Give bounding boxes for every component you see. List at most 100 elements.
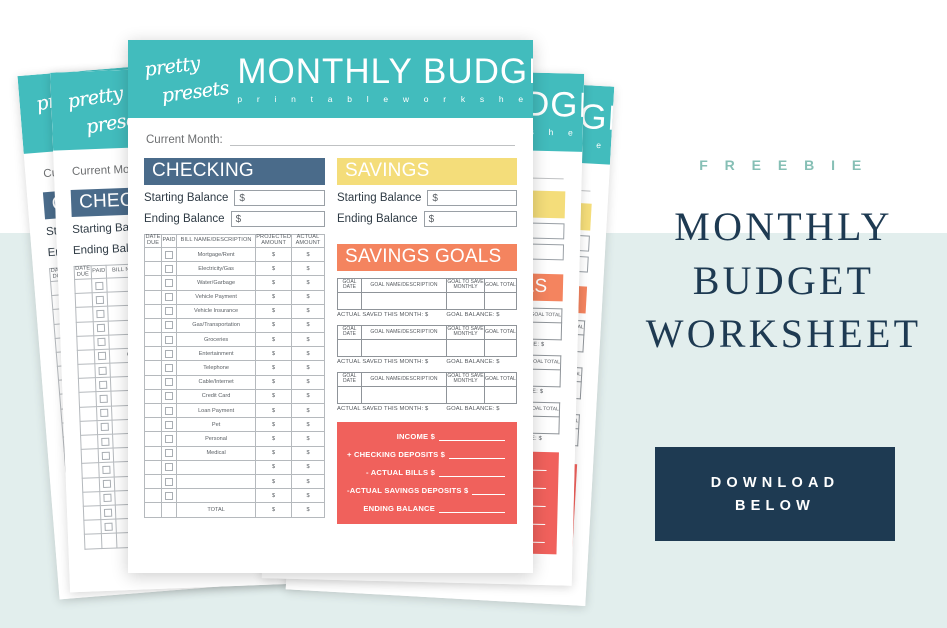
cell-bill-name[interactable]: Entertainment: [175, 346, 257, 362]
cell-date-due[interactable]: [144, 317, 162, 334]
cell-paid[interactable]: [95, 391, 112, 407]
table-row[interactable]: Mortgage/Rent$$: [144, 246, 325, 263]
checking-total-projected[interactable]: $: [255, 502, 292, 518]
cell-projected[interactable]: $: [255, 289, 292, 305]
cell-date-due[interactable]: [144, 332, 162, 348]
cell-paid[interactable]: [97, 434, 114, 449]
cell-bill-name[interactable]: Water/Garbage: [175, 275, 257, 291]
cell-paid[interactable]: [161, 417, 177, 433]
cell-date-due[interactable]: [144, 289, 162, 305]
cell-actual[interactable]: $: [291, 374, 325, 390]
cell-goal-name[interactable]: [361, 291, 447, 310]
cell-actual[interactable]: $: [291, 261, 325, 277]
cell-date-due[interactable]: [144, 402, 162, 419]
checkbox-icon[interactable]: [165, 491, 173, 500]
table-row[interactable]: Entertainment$$: [144, 346, 325, 362]
checking-starting-balance-input[interactable]: $: [234, 189, 325, 206]
cell-paid[interactable]: [98, 448, 114, 464]
cell-projected[interactable]: $: [255, 488, 292, 504]
checkbox-icon[interactable]: [95, 281, 104, 290]
table-row[interactable]: Vehicle Payment$$: [144, 289, 325, 305]
checkbox-icon[interactable]: [165, 349, 173, 358]
checkbox-icon[interactable]: [165, 392, 173, 401]
cell-date-due[interactable]: [144, 261, 162, 277]
cell-date-due[interactable]: [81, 463, 100, 478]
cell-bill-name[interactable]: Medical: [175, 445, 257, 461]
cell-paid[interactable]: [91, 278, 108, 293]
cell-projected[interactable]: $: [255, 374, 292, 390]
checkbox-icon[interactable]: [98, 366, 107, 375]
cell-date-due[interactable]: [79, 406, 98, 422]
cell-actual[interactable]: $: [291, 317, 325, 334]
table-row[interactable]: Loan Payment$$: [144, 402, 325, 419]
cell-actual[interactable]: $: [291, 275, 325, 291]
cell-date-due[interactable]: [78, 392, 97, 407]
cell-bill-name[interactable]: [175, 459, 257, 475]
cell-date-due[interactable]: [75, 292, 93, 308]
cell-date-due[interactable]: [144, 431, 162, 447]
savings-goal-input-row[interactable]: [337, 291, 517, 310]
cell-paid[interactable]: [161, 317, 177, 334]
cell-goal-date[interactable]: [337, 385, 362, 404]
cell-projected[interactable]: $: [255, 473, 292, 490]
cell-date-due[interactable]: [77, 363, 96, 379]
checkbox-icon[interactable]: [165, 293, 173, 302]
cell-paid[interactable]: [161, 332, 177, 348]
checkbox-icon[interactable]: [165, 378, 173, 387]
checkbox-icon[interactable]: [101, 437, 110, 446]
cell-paid[interactable]: [99, 490, 116, 506]
cell-date-due[interactable]: [144, 459, 162, 475]
cell-date-due[interactable]: [80, 420, 98, 436]
cell-actual[interactable]: $: [291, 346, 325, 362]
cell-date-due[interactable]: [78, 377, 96, 393]
cell-goal-total[interactable]: [484, 291, 517, 310]
cell-date-due[interactable]: [144, 275, 162, 291]
checkbox-icon[interactable]: [100, 408, 109, 418]
checkbox-icon[interactable]: [165, 449, 173, 458]
checkbox-icon[interactable]: [165, 278, 173, 287]
cell-bill-name[interactable]: Mortgage/Rent: [175, 246, 257, 263]
checkbox-icon[interactable]: [165, 406, 173, 415]
cell-bill-name[interactable]: Vehicle Payment: [175, 289, 257, 305]
summary-row-input[interactable]: [449, 452, 505, 459]
cell-paid[interactable]: [161, 303, 177, 319]
table-row[interactable]: Vehicle Insurance$$: [144, 303, 325, 319]
table-row[interactable]: Credit Card$$: [144, 388, 325, 405]
cell-paid[interactable]: [100, 504, 116, 520]
table-row[interactable]: $$: [144, 459, 325, 475]
cell-projected[interactable]: $: [255, 346, 292, 362]
cell-bill-name[interactable]: Vehicle Insurance: [175, 303, 257, 319]
cell-actual[interactable]: $: [291, 459, 325, 475]
cell-bill-name[interactable]: Telephone: [175, 360, 257, 376]
cell-projected[interactable]: $: [255, 317, 292, 334]
cell-paid[interactable]: [161, 402, 177, 419]
cell-bill-name[interactable]: Gas/Transportation: [175, 317, 257, 334]
cell-bill-name[interactable]: Electricity/Gas: [175, 261, 257, 277]
cell-date-due[interactable]: [144, 417, 162, 433]
cell-goal-date[interactable]: [337, 291, 362, 310]
cell-paid[interactable]: [161, 246, 177, 263]
cell-actual[interactable]: $: [291, 473, 325, 490]
cell-goal-total[interactable]: [484, 385, 517, 404]
checkbox-icon[interactable]: [99, 380, 108, 389]
checkbox-icon[interactable]: [165, 463, 173, 472]
cell-goal-total[interactable]: [484, 338, 517, 357]
cell-projected[interactable]: $: [255, 445, 292, 461]
checkbox-icon[interactable]: [165, 321, 173, 330]
cell-bill-name[interactable]: Groceries: [175, 332, 257, 348]
table-row[interactable]: Groceries$$: [144, 332, 325, 348]
cell-bill-name[interactable]: Loan Payment: [175, 402, 257, 419]
table-row[interactable]: Personal$$: [144, 431, 325, 447]
cell-actual[interactable]: $: [291, 431, 325, 447]
cell-projected[interactable]: $: [255, 261, 292, 277]
table-row[interactable]: Electricity/Gas$$: [144, 261, 325, 277]
cell-paid[interactable]: [161, 261, 177, 277]
cell-projected[interactable]: $: [255, 402, 292, 419]
checkbox-icon[interactable]: [101, 451, 111, 460]
table-row[interactable]: Medical$$: [144, 445, 325, 461]
cell-projected[interactable]: $: [255, 275, 292, 291]
cell-actual[interactable]: $: [291, 388, 325, 405]
cell-actual[interactable]: $: [291, 303, 325, 319]
cell-paid[interactable]: [98, 462, 115, 478]
checkbox-icon[interactable]: [96, 323, 106, 333]
